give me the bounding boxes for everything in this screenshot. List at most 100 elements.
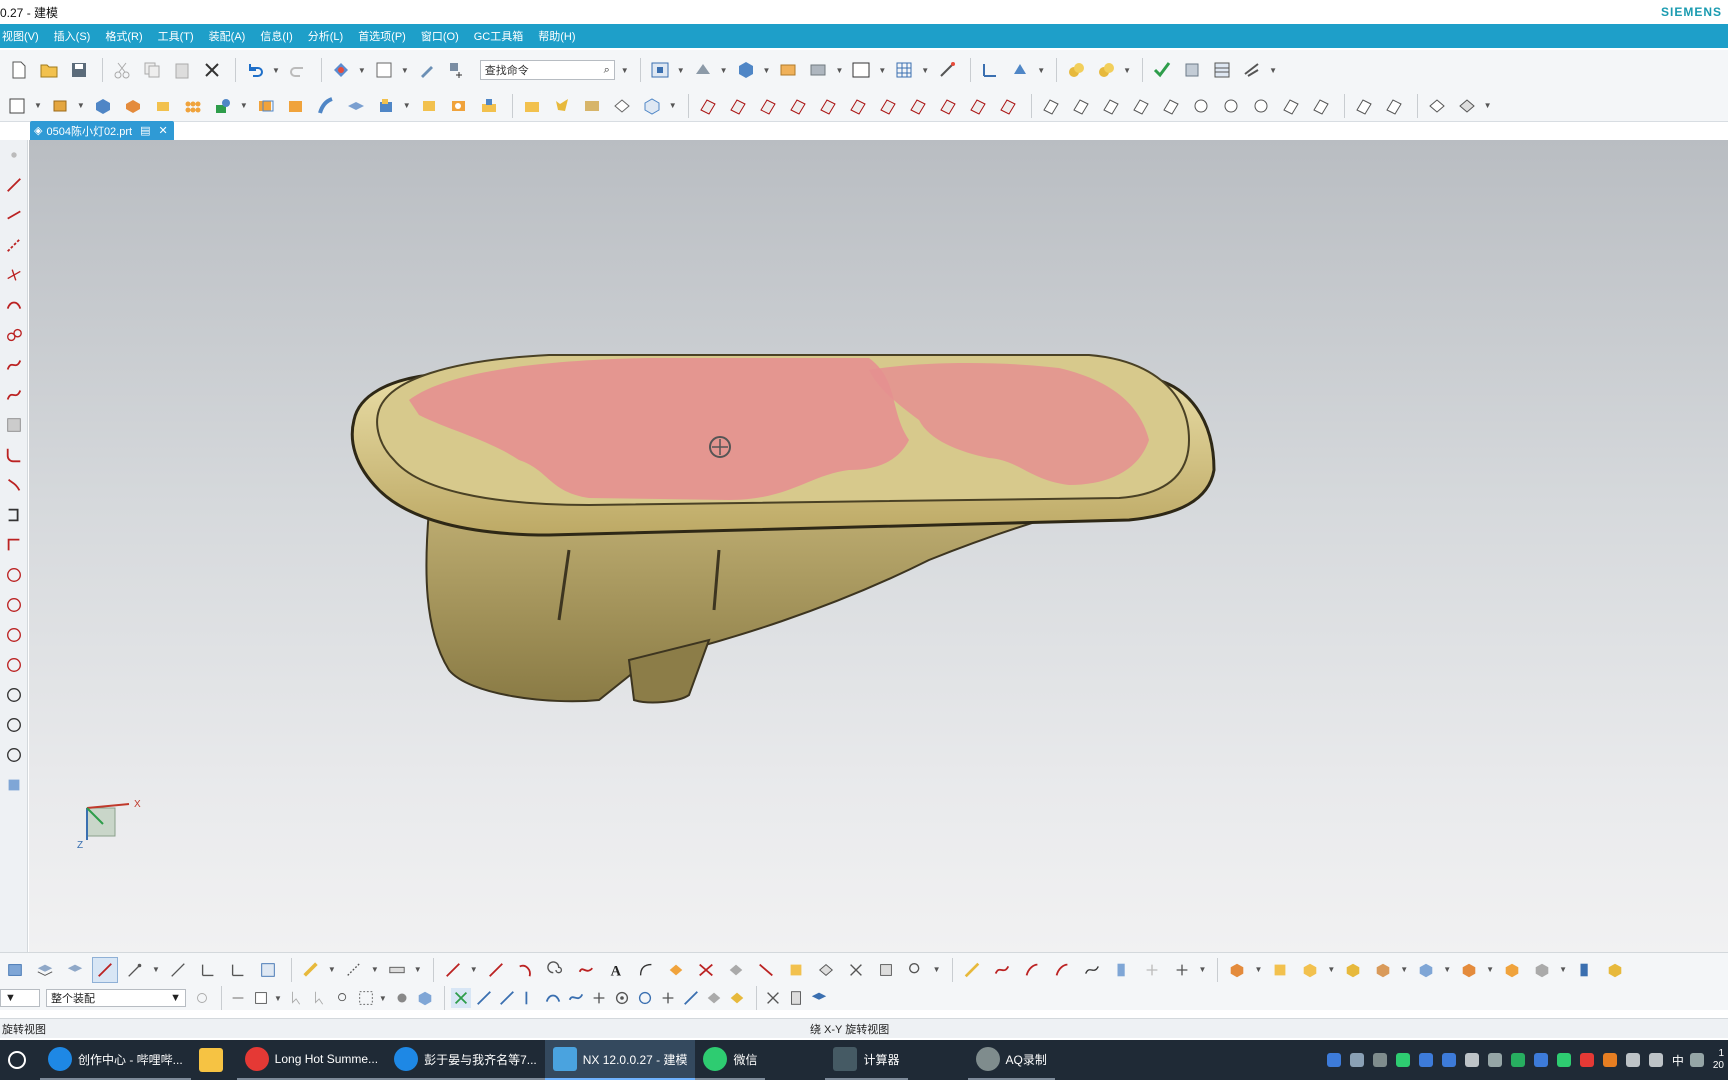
coins-alt-icon[interactable] [1093, 57, 1119, 83]
selection-box-icon[interactable] [371, 57, 397, 83]
select-feature-icon[interactable] [333, 988, 353, 1008]
dropdown-icon[interactable]: ▼ [403, 101, 411, 110]
circle-tool-icon-4[interactable] [3, 654, 25, 676]
sheet-metal-icon-10[interactable] [965, 93, 991, 119]
tray-app-icon[interactable] [1326, 1053, 1341, 1067]
dropdown-icon[interactable]: ▼ [933, 965, 941, 974]
menu-item-gc-toolbox[interactable]: GC工具箱 [474, 28, 524, 44]
shaded-view-icon[interactable] [690, 57, 716, 83]
dropdown-icon[interactable]: ▼ [77, 101, 85, 110]
flange-icon-6[interactable] [1188, 93, 1214, 119]
dropdown-icon[interactable]: ▼ [34, 101, 42, 110]
boss-icon[interactable] [476, 93, 502, 119]
notification-icon[interactable] [1689, 1053, 1704, 1067]
arc-icon[interactable] [3, 294, 25, 316]
circle-tool-icon-6[interactable] [3, 714, 25, 736]
solid-tool-icon-4[interactable] [1340, 957, 1366, 983]
sheet-metal-icon-7[interactable] [875, 93, 901, 119]
face-select-icon[interactable] [392, 988, 412, 1008]
dropdown-icon[interactable]: ▼ [878, 66, 886, 75]
dropdown-icon[interactable]: ▼ [152, 965, 160, 974]
tape-measure-icon[interactable] [384, 957, 410, 983]
circle-tool-icon-7[interactable] [3, 744, 25, 766]
measure-icon[interactable] [1239, 57, 1265, 83]
trace-icon[interactable] [633, 957, 659, 983]
check-geometry-icon[interactable] [1179, 57, 1205, 83]
solid-tool-icon-10[interactable] [1572, 957, 1598, 983]
snap-grid-icon[interactable] [450, 988, 471, 1008]
flange-icon-4[interactable] [1128, 93, 1154, 119]
offset-curve-icon[interactable] [3, 474, 25, 496]
midpoint-icon[interactable] [165, 957, 191, 983]
angle-icon[interactable] [195, 957, 221, 983]
grid-icon[interactable] [891, 57, 917, 83]
menu-item-info[interactable]: 信息(I) [260, 28, 292, 44]
type-filter-select[interactable]: ▼ [0, 989, 40, 1007]
report-icon[interactable] [786, 988, 806, 1008]
taskbar-item-nx[interactable]: NX 12.0.0.27 - 建模 [544, 1040, 696, 1080]
trim-body-icon[interactable] [150, 93, 176, 119]
solid-tool-icon-6[interactable] [1413, 957, 1439, 983]
table-icon[interactable] [1209, 57, 1235, 83]
circle-tool-icon-1[interactable] [3, 564, 25, 586]
snap-to-point-icon[interactable] [92, 956, 118, 983]
layer-stack-icon[interactable] [32, 957, 58, 983]
edit-object-icon[interactable] [414, 57, 440, 83]
circle-tool-icon-5[interactable] [3, 684, 25, 706]
sheet-metal-icon-1[interactable] [695, 93, 721, 119]
rect-select-icon[interactable] [356, 988, 376, 1008]
solid-tool-icon-2[interactable] [1267, 957, 1293, 983]
open-folder-icon[interactable] [36, 57, 62, 83]
offset-face-icon[interactable] [253, 93, 279, 119]
command-search-input[interactable]: 查找命令 ⌕ [479, 60, 615, 80]
snap-mid-icon[interactable] [497, 988, 517, 1008]
tray-app-icon[interactable] [1418, 1053, 1433, 1067]
extrude-icon[interactable] [47, 93, 73, 119]
move-object-icon[interactable] [444, 57, 470, 83]
flange-icon-10[interactable] [1308, 93, 1334, 119]
menu-item-help[interactable]: 帮助(H) [538, 28, 575, 44]
ruler-icon[interactable] [298, 957, 324, 983]
scope-filter-select[interactable]: 整个装配 ▼ [46, 989, 186, 1007]
flange-icon-2[interactable] [1068, 93, 1094, 119]
dashed-line-icon[interactable] [3, 234, 25, 256]
rebend-icon[interactable] [1381, 93, 1407, 119]
mesh-surface-icon[interactable] [609, 93, 635, 119]
taskbar-item-music[interactable]: Long Hot Summe... [236, 1040, 387, 1080]
flat-solid-icon[interactable] [1454, 93, 1480, 119]
curve-line-alt-icon[interactable] [483, 957, 509, 983]
check-icon[interactable] [1149, 57, 1175, 83]
layers-icon[interactable] [809, 988, 829, 1008]
snap-spline-icon[interactable] [566, 988, 586, 1008]
mirror-curve-icon[interactable] [843, 957, 869, 983]
solid-tool-icon-11[interactable] [1602, 957, 1628, 983]
edit-curve-icon-7[interactable] [1139, 957, 1165, 983]
sheet-metal-icon-9[interactable] [935, 93, 961, 119]
tray-app-icon[interactable] [1349, 1053, 1364, 1067]
flange-icon-8[interactable] [1248, 93, 1274, 119]
snap-on-curve-icon[interactable] [681, 988, 701, 1008]
solid-tool-icon-1[interactable] [1224, 957, 1250, 983]
dropdown-icon[interactable]: ▼ [358, 66, 366, 75]
dropdown-icon[interactable]: ▼ [1199, 965, 1207, 974]
wcs-icon[interactable] [977, 57, 1003, 83]
project-curve-icon[interactable] [663, 957, 689, 983]
dropdown-icon[interactable]: ▼ [1486, 965, 1494, 974]
close-tab-icon[interactable]: ✕ [158, 124, 167, 137]
volume-icon[interactable] [1625, 1053, 1640, 1067]
dropdown-icon[interactable]: ▼ [1559, 965, 1567, 974]
snap-surface-icon[interactable] [704, 988, 724, 1008]
tray-app-icon[interactable] [1602, 1053, 1617, 1067]
orient-icon[interactable] [1007, 57, 1033, 83]
dropdown-icon[interactable]: ▼ [328, 965, 336, 974]
fillet-curve-icon[interactable] [3, 444, 25, 466]
taskbar-item-recorder[interactable]: AQ录制 [967, 1040, 1055, 1080]
taskbar-item-explorer[interactable] [191, 1040, 237, 1080]
snap-existing-icon[interactable] [658, 988, 678, 1008]
studio-spline-icon[interactable] [3, 384, 25, 406]
fit-view-icon[interactable] [647, 57, 673, 83]
dropdown-icon[interactable]: ▼ [371, 965, 379, 974]
bridge-curve-icon[interactable] [873, 957, 899, 983]
select-all-icon[interactable] [228, 988, 248, 1008]
grid-surface-icon[interactable] [3, 414, 25, 436]
